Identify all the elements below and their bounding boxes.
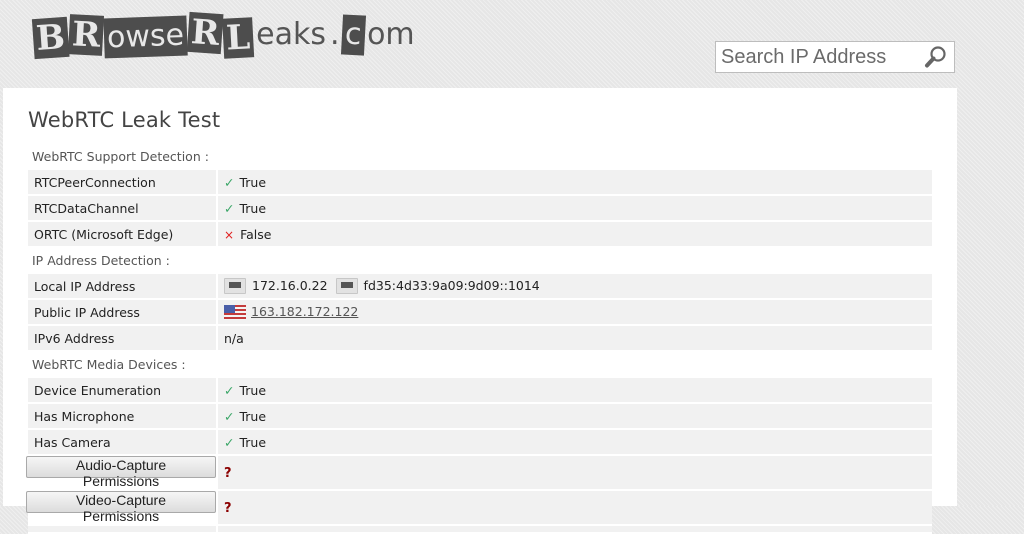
logo-part: R — [67, 14, 105, 56]
section-header: IP Address Detection : — [28, 248, 932, 274]
check-icon: ✓ — [224, 200, 235, 216]
site-logo[interactable]: B R owse R L eaks . c om — [31, 6, 417, 64]
row-key: IPv6 Address — [28, 326, 218, 352]
status-text: True — [239, 382, 267, 398]
row-key: Has Microphone — [28, 404, 218, 430]
row-key: RTCPeerConnection — [28, 170, 218, 196]
row-key: Local IP Address — [28, 274, 218, 300]
row-key: Public IP Address — [28, 300, 218, 326]
search-ip-input[interactable] — [716, 42, 916, 72]
table-row: Public IP Address 163.182.172.122 — [28, 300, 932, 326]
row-key — [28, 526, 218, 534]
section-label: WebRTC Media Devices : — [28, 352, 932, 378]
row-value — [218, 526, 932, 534]
table-row: Local IP Address 172.16.0.22 fd35:4d33:9a… — [28, 274, 932, 300]
row-key: Video-Capture Permissions — [26, 491, 218, 526]
row-value: ? — [218, 456, 932, 491]
table-row: Has Camera ✓ True — [28, 430, 932, 456]
us-flag-icon — [224, 305, 246, 320]
logo-part: c — [340, 14, 366, 56]
status-text: True — [239, 408, 267, 424]
logo-part: owse — [103, 15, 188, 59]
section-label: WebRTC Support Detection : — [28, 144, 932, 170]
table-row: ORTC (Microsoft Edge) × False — [28, 222, 932, 248]
table-row: Audio-Capture Permissions ? — [26, 456, 932, 491]
row-value: ✓ True — [218, 170, 932, 196]
status-text: True — [239, 174, 267, 190]
row-value: n/a — [218, 326, 932, 352]
row-value: ✓ True — [218, 378, 932, 404]
table-row: RTCPeerConnection ✓ True — [28, 170, 932, 196]
row-value: ? — [218, 491, 932, 526]
logo-part: . — [330, 17, 340, 52]
network-icon — [224, 278, 246, 295]
table-row: Device Enumeration ✓ True — [28, 378, 932, 404]
local-ipv6: fd35:4d33:9a09:9d09::1014 — [363, 277, 540, 293]
row-value: 172.16.0.22 fd35:4d33:9a09:9d09::1014 — [218, 274, 932, 300]
status-text: False — [240, 226, 272, 242]
row-key: ORTC (Microsoft Edge) — [28, 222, 218, 248]
logo-part: B — [31, 16, 70, 60]
status-text: True — [239, 200, 267, 216]
table-row: IPv6 Address n/a — [28, 326, 932, 352]
check-icon: ✓ — [224, 174, 235, 190]
row-key: RTCDataChannel — [28, 196, 218, 222]
page-title: WebRTC Leak Test — [28, 108, 221, 132]
table-row: Video-Capture Permissions ? — [26, 491, 932, 526]
section-header: WebRTC Media Devices : — [28, 352, 932, 378]
table-row: Has Microphone ✓ True — [28, 404, 932, 430]
network-icon — [335, 278, 358, 295]
site-header: B R owse R L eaks . c om — [0, 0, 1024, 88]
audio-capture-permissions-button[interactable]: Audio-Capture Permissions — [26, 456, 216, 489]
cross-icon: × — [224, 227, 235, 242]
row-value: ✓ True — [218, 196, 932, 222]
check-icon: ✓ — [224, 408, 235, 424]
content-panel: WebRTC Leak Test WebRTC Support Detectio… — [3, 88, 957, 534]
check-icon: ✓ — [224, 434, 235, 450]
unknown-status: ? — [224, 500, 232, 516]
row-key: Has Camera — [28, 430, 218, 456]
row-value: ✓ True — [218, 430, 932, 456]
status-text: True — [239, 434, 267, 450]
row-value: × False — [218, 222, 932, 248]
table-row: RTCDataChannel ✓ True — [28, 196, 932, 222]
results-table: WebRTC Support Detection : RTCPeerConnec… — [26, 144, 932, 534]
unknown-status: ? — [224, 465, 232, 481]
row-value: 163.182.172.122 — [218, 300, 932, 326]
search-box — [715, 41, 955, 73]
magnifier-icon[interactable] — [924, 45, 948, 69]
video-capture-permissions-button[interactable]: Video-Capture Permissions — [26, 491, 216, 524]
logo-part: L — [222, 17, 255, 59]
logo-part: eaks — [256, 17, 327, 52]
row-value: ✓ True — [218, 404, 932, 430]
logo-part: om — [367, 17, 415, 52]
section-header: WebRTC Support Detection : — [28, 144, 932, 170]
section-label: IP Address Detection : — [28, 248, 932, 274]
logo-part: R — [186, 11, 224, 55]
table-row — [28, 526, 932, 534]
row-key: Audio-Capture Permissions — [26, 456, 218, 491]
public-ip-link[interactable]: 163.182.172.122 — [251, 304, 358, 319]
check-icon: ✓ — [224, 382, 235, 398]
local-ipv4: 172.16.0.22 — [252, 277, 328, 293]
row-key: Device Enumeration — [28, 378, 218, 404]
